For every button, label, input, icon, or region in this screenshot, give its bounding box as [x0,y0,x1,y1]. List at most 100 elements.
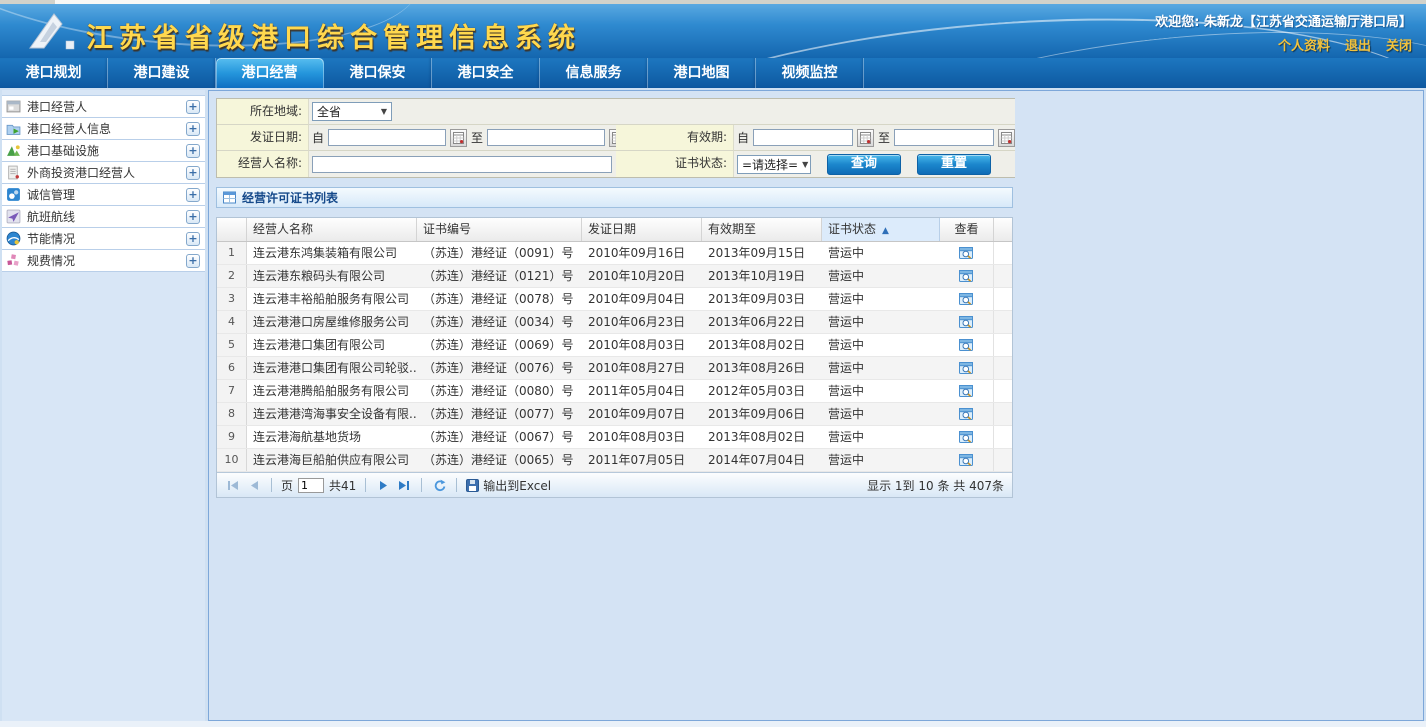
col-header-operator-name[interactable]: 经营人名称 [247,218,417,241]
cell-operator-name: 连云港丰裕船舶服务有限公司 [247,288,417,310]
col-header-cert-status[interactable]: 证书状态▲ [822,218,940,241]
sidebar-item-label: 港口经营人 [27,98,186,115]
cell-issue-date: 2010年09月04日 [582,288,702,310]
cell-valid-until: 2013年09月06日 [702,403,822,425]
view-detail-icon[interactable] [959,361,974,375]
table-caption: 经营许可证书列表 [216,187,1013,208]
view-detail-icon[interactable] [959,430,974,444]
table-row[interactable]: 3 连云港丰裕船舶服务有限公司 （苏连）港经证（0078）号 2010年09月0… [217,288,1012,311]
prev-page-button[interactable] [246,477,262,493]
table-row[interactable]: 8 连云港港湾海事安全设备有限... （苏连）港经证（0077）号 2010年0… [217,403,1012,426]
cell-filler [994,449,1012,471]
sidebar-item-energy-saving[interactable]: 节能情况 + [2,228,205,250]
calendar-button[interactable] [450,129,467,147]
cell-cert-status: 营运中 [822,449,940,471]
cell-cert-no: （苏连）港经证（0078）号 [417,288,582,310]
issue-date-label: 发证日期: [217,125,309,151]
view-detail-icon[interactable] [959,384,974,398]
sidebar-item-port-operator[interactable]: 港口经营人 + [2,96,205,118]
tab-port-map[interactable]: 港口地图 [648,58,756,88]
tab-port-construction[interactable]: 港口建设 [108,58,216,88]
app-header: 江苏省省级港口综合管理信息系统 欢迎您: 朱新龙【江苏省交通运输厅港口局】 个人… [0,4,1426,58]
expand-plus-icon[interactable]: + [186,210,200,224]
expand-plus-icon[interactable]: + [186,144,200,158]
tab-port-safety[interactable]: 港口安全 [432,58,540,88]
cell-valid-until: 2013年09月15日 [702,242,822,264]
table-row[interactable]: 5 连云港港口集团有限公司 （苏连）港经证（0069）号 2010年08月03日… [217,334,1012,357]
region-select[interactable]: 全省 ▼ [312,102,392,121]
reset-button[interactable]: 重置 [917,154,991,175]
table-row[interactable]: 9 连云港海航基地货场 （苏连）港经证（0067）号 2010年08月03日 2… [217,426,1012,449]
profile-link[interactable]: 个人资料 [1278,35,1330,54]
table-row[interactable]: 4 连云港港口房屋维修服务公司 （苏连）港经证（0034）号 2010年06月2… [217,311,1012,334]
col-header-view: 查看 [940,218,994,241]
expand-plus-icon[interactable]: + [186,188,200,202]
sidebar-item-port-operator-info[interactable]: 港口经营人信息 + [2,118,205,140]
cell-filler [994,380,1012,402]
cell-cert-status: 营运中 [822,403,940,425]
table-row[interactable]: 7 连云港港腾船舶服务有限公司 （苏连）港经证（0080）号 2011年05月0… [217,380,1012,403]
query-button[interactable]: 查询 [827,154,901,175]
refresh-button[interactable] [431,477,447,493]
credit-icon [6,187,21,202]
calendar-button[interactable] [857,129,874,147]
col-header-valid-until[interactable]: 有效期至 [702,218,822,241]
save-disk-icon [466,479,479,492]
table-row[interactable]: 1 连云港东鸿集装箱有限公司 （苏连）港经证（0091）号 2010年09月16… [217,242,1012,265]
first-page-button[interactable] [225,477,241,493]
calendar-button[interactable] [998,129,1015,147]
cell-operator-name: 连云港东粮码头有限公司 [247,265,417,287]
expand-plus-icon[interactable]: + [186,232,200,246]
tab-info-service[interactable]: 信息服务 [540,58,648,88]
export-excel-button[interactable]: 输出到Excel [466,477,551,494]
row-number: 2 [217,265,247,287]
sidebar-item-label: 规费情况 [27,252,186,269]
logout-link[interactable]: 退出 [1345,35,1371,54]
table-row[interactable]: 6 连云港港口集团有限公司轮驳... （苏连）港经证（0076）号 2010年0… [217,357,1012,380]
view-detail-icon[interactable] [959,453,974,467]
validity-from-input[interactable] [753,129,853,146]
row-number: 5 [217,334,247,356]
view-detail-icon[interactable] [959,269,974,283]
cell-view [940,265,994,287]
tab-port-security-guard[interactable]: 港口保安 [324,58,432,88]
expand-plus-icon[interactable]: + [186,100,200,114]
cell-cert-status: 营运中 [822,426,940,448]
validity-to-input[interactable] [894,129,994,146]
table-row[interactable]: 2 连云港东粮码头有限公司 （苏连）港经证（0121）号 2010年10月20日… [217,265,1012,288]
table-row[interactable]: 10 连云港海巨船舶供应有限公司 （苏连）港经证（0065）号 2011年07月… [217,449,1012,472]
issue-date-from-input[interactable] [328,129,446,146]
view-detail-icon[interactable] [959,315,974,329]
cell-filler [994,242,1012,264]
sidebar-item-credit-management[interactable]: 诚信管理 + [2,184,205,206]
next-page-button[interactable] [375,477,391,493]
sidebar-item-fees[interactable]: 规费情况 + [2,250,205,272]
grid-header-row: 经营人名称 证书编号 发证日期 有效期至 证书状态▲ 查看 [217,218,1012,242]
view-detail-icon[interactable] [959,246,974,260]
sidebar-item-flight-routes[interactable]: 航班航线 + [2,206,205,228]
expand-plus-icon[interactable]: + [186,166,200,180]
col-header-cert-no[interactable]: 证书编号 [417,218,582,241]
cell-issue-date: 2010年09月16日 [582,242,702,264]
globe-icon [6,231,21,246]
tab-video-monitor[interactable]: 视频监控 [756,58,864,88]
view-detail-icon[interactable] [959,292,974,306]
cert-status-select[interactable]: =请选择= ▼ [737,155,811,174]
close-link[interactable]: 关闭 [1386,35,1412,54]
expand-plus-icon[interactable]: + [186,122,200,136]
sidebar-item-label: 外商投资港口经营人 [27,164,186,181]
expand-plus-icon[interactable]: + [186,254,200,268]
col-header-issue-date[interactable]: 发证日期 [582,218,702,241]
from-label: 自 [312,129,324,146]
operator-name-input[interactable] [312,156,612,173]
tab-port-planning[interactable]: 港口规划 [0,58,108,88]
view-detail-icon[interactable] [959,407,974,421]
sidebar-item-port-infrastructure[interactable]: 港口基础设施 + [2,140,205,162]
page-number-input[interactable] [298,478,324,493]
last-page-button[interactable] [396,477,412,493]
calendar-icon [860,132,871,144]
view-detail-icon[interactable] [959,338,974,352]
sidebar-item-foreign-invested-operator[interactable]: 外商投资港口经营人 + [2,162,205,184]
issue-date-to-input[interactable] [487,129,605,146]
tab-port-operation[interactable]: 港口经营 [216,58,324,88]
